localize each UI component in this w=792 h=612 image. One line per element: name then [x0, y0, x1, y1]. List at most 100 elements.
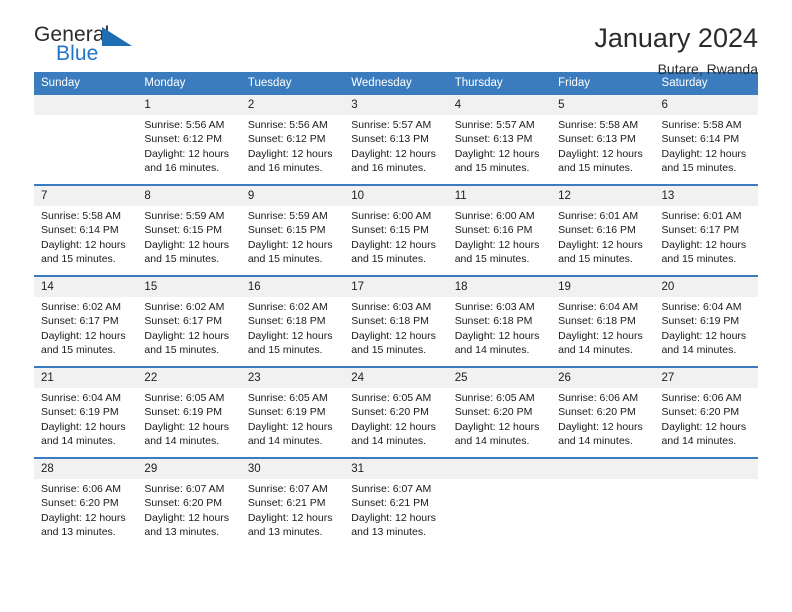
day-detail-cell: Sunrise: 6:05 AM Sunset: 6:20 PM Daylight:…: [447, 387, 552, 457]
day-sunset-text: Sunset: 6:15 PM: [247, 224, 326, 237]
week-detail-row: Sunrise: 6:02 AM Sunset: 6:17 PM Daylight:…: [34, 296, 758, 366]
day-detail-cell: Sunrise: 6:02 AM Sunset: 6:18 PM Daylight:…: [240, 296, 345, 366]
day-number-cell[interactable]: 28: [34, 458, 138, 479]
day-sunrise-text: Sunrise: 6:05 AM: [247, 391, 328, 404]
day-detail-cell: Sunrise: 6:07 AM Sunset: 6:21 PM Daylight:…: [344, 478, 448, 548]
day-detail-cell-empty: [447, 478, 552, 548]
day-number-cell[interactable]: 1: [137, 95, 241, 115]
day-number-cell[interactable]: 12: [551, 185, 655, 206]
day-number-cell[interactable]: 10: [344, 185, 448, 206]
day-sunrise-text: Sunrise: 6:07 AM: [144, 482, 225, 495]
day-detail-cell: Sunrise: 5:59 AM Sunset: 6:15 PM Daylight:…: [240, 205, 345, 275]
day-sunset-text: Sunset: 6:19 PM: [661, 315, 740, 328]
day-sunrise-text: Sunrise: 6:04 AM: [558, 300, 639, 313]
day-sunrise-text: Sunrise: 5:56 AM: [247, 119, 328, 131]
day-daylight-line1-text: Daylight: 12 hours: [247, 147, 333, 160]
day-header-thursday: Thursday: [447, 72, 552, 95]
general-blue-logo[interactable]: General Blue: [34, 24, 154, 72]
day-number-cell[interactable]: 29: [137, 458, 241, 479]
day-daylight-line2-text: and 13 minutes.: [144, 526, 220, 539]
day-sunset-text: Sunset: 6:15 PM: [144, 224, 223, 237]
day-detail-cell: Sunrise: 5:59 AM Sunset: 6:15 PM Daylight:…: [137, 205, 241, 275]
day-detail-cell: Sunrise: 6:02 AM Sunset: 6:17 PM Daylight:…: [34, 296, 138, 366]
day-sunrise-text: Sunrise: 6:06 AM: [661, 391, 742, 404]
day-sunrise-text: Sunrise: 6:05 AM: [144, 391, 225, 404]
day-number-cell[interactable]: 26: [551, 367, 655, 388]
day-sunrise-text: Sunrise: 5:59 AM: [144, 209, 225, 222]
day-number-cell[interactable]: 31: [344, 458, 448, 479]
day-daylight-line1-text: Daylight: 12 hours: [351, 329, 436, 342]
day-number-cell[interactable]: 4: [447, 95, 552, 115]
day-sunrise-text: Sunrise: 6:06 AM: [41, 482, 121, 495]
day-number-cell[interactable]: 19: [551, 276, 655, 297]
day-daylight-line2-text: and 14 minutes.: [558, 435, 633, 448]
page-header: General Blue January 2024 Butare, Rwanda: [34, 0, 758, 76]
day-number-cell[interactable]: 27: [654, 367, 758, 388]
day-number-cell[interactable]: 6: [654, 95, 758, 115]
day-daylight-line1-text: Daylight: 12 hours: [351, 238, 436, 251]
day-sunset-text: Sunset: 6:14 PM: [41, 224, 119, 237]
day-number-cell[interactable]: 22: [137, 367, 241, 388]
day-number-cell[interactable]: 25: [447, 367, 552, 388]
day-number-cell[interactable]: 3: [344, 95, 448, 115]
day-number-cell[interactable]: 17: [344, 276, 448, 297]
day-daylight-line1-text: Daylight: 12 hours: [558, 420, 643, 433]
day-number-cell[interactable]: 21: [34, 367, 138, 388]
day-daylight-line1-text: Daylight: 12 hours: [41, 420, 126, 433]
calendar-page: General Blue January 2024 Butare, Rwanda…: [0, 0, 792, 612]
day-sunset-text: Sunset: 6:18 PM: [558, 315, 636, 328]
day-daylight-line2-text: and 14 minutes.: [661, 344, 737, 357]
day-daylight-line1-text: Daylight: 12 hours: [144, 511, 230, 524]
day-number-cell[interactable]: 23: [240, 367, 345, 388]
day-daylight-line2-text: and 15 minutes.: [144, 344, 220, 357]
day-number-cell[interactable]: 24: [344, 367, 448, 388]
day-number-cell[interactable]: 11: [447, 185, 552, 206]
day-sunrise-text: Sunrise: 6:00 AM: [454, 209, 535, 222]
day-header-sunday: Sunday: [34, 72, 138, 95]
day-detail-cell: Sunrise: 6:00 AM Sunset: 6:16 PM Daylight:…: [447, 205, 552, 275]
day-sunset-text: Sunset: 6:19 PM: [41, 406, 119, 419]
day-daylight-line1-text: Daylight: 12 hours: [247, 420, 333, 433]
day-daylight-line2-text: and 15 minutes.: [144, 253, 220, 266]
day-sunset-text: Sunset: 6:20 PM: [661, 406, 740, 419]
day-daylight-line2-text: and 15 minutes.: [661, 253, 737, 266]
day-daylight-line1-text: Daylight: 12 hours: [144, 238, 230, 251]
day-number-cell[interactable]: 5: [551, 95, 655, 115]
day-number-cell[interactable]: 30: [240, 458, 345, 479]
day-detail-cell: Sunrise: 5:57 AM Sunset: 6:13 PM Daylight:…: [344, 115, 448, 184]
calendar-body: 1 2 3 4 5 6 Sunrise: 5:56 AM Sunset: 6:12 PM Day…: [34, 95, 758, 548]
day-sunset-text: Sunset: 6:12 PM: [144, 133, 223, 146]
day-sunrise-text: Sunrise: 6:07 AM: [351, 482, 432, 495]
day-daylight-line1-text: Daylight: 12 hours: [144, 329, 230, 342]
day-detail-cell: Sunrise: 6:06 AM Sunset: 6:20 PM Daylight:…: [654, 387, 758, 457]
day-daylight-line1-text: Daylight: 12 hours: [351, 511, 436, 524]
day-header-tuesday: Tuesday: [240, 72, 345, 95]
day-detail-cell: Sunrise: 6:06 AM Sunset: 6:20 PM Daylight:…: [34, 478, 138, 548]
day-number-cell[interactable]: 20: [654, 276, 758, 297]
week-daynumber-row: 123456: [34, 95, 758, 115]
day-number-cell-empty: [447, 458, 552, 479]
day-number-cell[interactable]: 15: [137, 276, 241, 297]
day-sunset-text: Sunset: 6:18 PM: [247, 315, 326, 328]
day-number-cell[interactable]: 2: [240, 95, 345, 115]
day-number-cell[interactable]: 16: [240, 276, 345, 297]
day-number-cell[interactable]: 7: [34, 185, 138, 206]
day-daylight-line2-text: and 13 minutes.: [41, 526, 116, 539]
day-daylight-line2-text: and 13 minutes.: [247, 526, 323, 539]
day-sunrise-text: Sunrise: 6:04 AM: [41, 391, 121, 404]
day-detail-cell: Sunrise: 6:01 AM Sunset: 6:16 PM Daylight:…: [551, 205, 655, 275]
day-number-cell[interactable]: 14: [34, 276, 138, 297]
day-number-cell[interactable]: 18: [447, 276, 552, 297]
day-sunset-text: Sunset: 6:20 PM: [558, 406, 636, 419]
day-number-cell[interactable]: 8: [137, 185, 241, 206]
day-daylight-line1-text: Daylight: 12 hours: [41, 329, 126, 342]
week-detail-row: Sunrise: 6:06 AM Sunset: 6:20 PM Daylight:…: [34, 478, 758, 548]
page-title: January 2024: [594, 23, 758, 53]
day-daylight-line2-text: and 14 minutes.: [247, 435, 323, 448]
day-daylight-line2-text: and 15 minutes.: [661, 162, 737, 175]
day-number-cell[interactable]: 13: [654, 185, 758, 206]
day-detail-cell-empty: [551, 478, 655, 548]
day-number-cell[interactable]: 9: [240, 185, 345, 206]
day-sunrise-text: Sunrise: 6:06 AM: [558, 391, 639, 404]
day-sunset-text: Sunset: 6:18 PM: [454, 315, 533, 328]
